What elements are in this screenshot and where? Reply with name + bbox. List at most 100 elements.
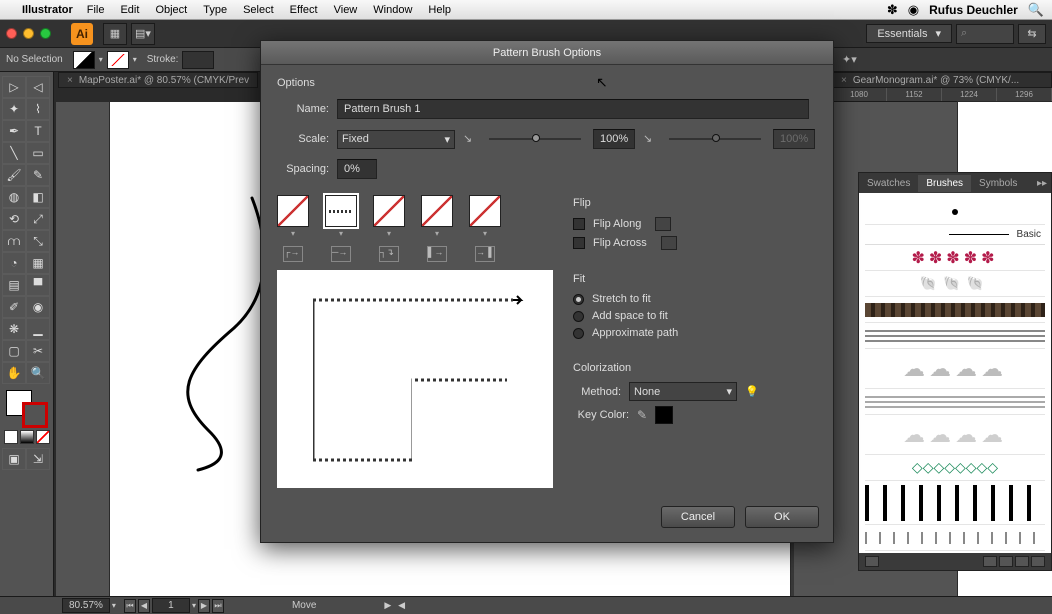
scale-slider[interactable] [489, 138, 581, 140]
shape-builder-tool[interactable]: ◔ [2, 252, 26, 274]
chevron-down-icon[interactable]: ▾ [291, 229, 295, 238]
chevron-down-icon[interactable]: ▾ [483, 229, 487, 238]
brush-item[interactable]: ✽✽✽✽✽ [865, 245, 1045, 271]
brush-item-basic[interactable]: Basic [865, 225, 1045, 245]
start-tile[interactable] [421, 195, 453, 227]
panel-toggle-icon[interactable]: ⇆ [1018, 24, 1046, 44]
scale-mode-select[interactable]: Fixed▾ [337, 130, 455, 149]
mesh-tool[interactable]: ▤ [2, 274, 26, 296]
chevron-down-icon[interactable]: ▾ [339, 229, 343, 238]
flip-along-checkbox[interactable] [573, 218, 585, 230]
menu-edit[interactable]: Edit [120, 4, 139, 16]
next-artboard-button[interactable]: ▶ [198, 599, 210, 613]
pen-tool[interactable]: ✒ [2, 120, 26, 142]
brush-item[interactable] [865, 525, 1045, 551]
first-artboard-button[interactable]: ⏮ [124, 599, 136, 613]
workspace-switcher[interactable]: Essentials ▾ [866, 24, 952, 43]
blend-tool[interactable]: ◉ [26, 296, 50, 318]
color-mode-gradient[interactable] [20, 430, 34, 444]
link-right-icon[interactable]: ↘ [643, 132, 657, 146]
method-select[interactable]: None▾ [629, 382, 737, 401]
artboard-tool[interactable]: ▢ [2, 340, 26, 362]
tab-brushes[interactable]: Brushes [918, 175, 971, 192]
zoom-field[interactable]: 80.57% [62, 598, 110, 613]
chevron-down-icon[interactable]: ▾ [435, 229, 439, 238]
name-input[interactable]: Pattern Brush 1 [337, 99, 809, 119]
color-mode-solid[interactable] [4, 430, 18, 444]
rotate-tool[interactable]: ⟲ [2, 208, 26, 230]
line-tool[interactable]: ╲ [2, 142, 26, 164]
color-mode-none[interactable] [36, 430, 50, 444]
magic-wand-tool[interactable]: ✦ [2, 98, 26, 120]
free-transform-tool[interactable]: ⤡ [26, 230, 50, 252]
tab-swatches[interactable]: Swatches [859, 175, 918, 192]
zoom-window-button[interactable] [40, 28, 51, 39]
eraser-tool[interactable]: ◧ [26, 186, 50, 208]
prev-artboard-button[interactable]: ◀ [138, 599, 150, 613]
cloud-icon[interactable]: ◉ [908, 2, 919, 18]
graph-tool[interactable]: ▁ [26, 318, 50, 340]
scale-value[interactable]: 100% [593, 129, 635, 149]
chevron-down-icon[interactable]: ▾ [133, 55, 137, 64]
spacing-input[interactable]: 0% [337, 159, 377, 179]
menu-file[interactable]: File [87, 4, 105, 16]
menu-effect[interactable]: Effect [290, 4, 318, 16]
scroll-left-icon[interactable]: ◀ [398, 600, 405, 611]
flip-across-checkbox[interactable] [573, 237, 585, 249]
bridge-icon[interactable]: ▦ [103, 23, 127, 45]
fill-stroke-control[interactable] [4, 390, 50, 428]
selection-tool[interactable]: ▷ [2, 76, 26, 98]
zoom-tool[interactable]: 🔍 [26, 362, 50, 384]
arrange-docs-icon[interactable]: ▤▾ [131, 23, 155, 45]
lasso-tool[interactable]: ⌇ [26, 98, 50, 120]
symbol-sprayer-tool[interactable]: ❋ [2, 318, 26, 340]
brush-options-icon[interactable] [999, 556, 1013, 567]
spotlight-icon[interactable]: 🔍 [1028, 2, 1044, 18]
screen-mode-normal[interactable]: ▣ [2, 448, 26, 470]
panel-menu-icon[interactable]: ✦▾ [842, 53, 857, 66]
end-tile[interactable] [469, 195, 501, 227]
tips-icon[interactable]: 💡 [745, 385, 759, 398]
new-brush-icon[interactable] [1015, 556, 1029, 567]
last-artboard-button[interactable]: ⏭ [212, 599, 224, 613]
scroll-right-icon[interactable]: ▶ [384, 600, 391, 611]
brush-item[interactable] [865, 199, 1045, 225]
brush-item[interactable] [865, 389, 1045, 415]
search-input[interactable]: ⌕ [956, 24, 1014, 44]
rectangle-tool[interactable]: ▭ [26, 142, 50, 164]
link-left-icon[interactable]: ↘ [463, 132, 477, 146]
fit-approx-radio[interactable] [573, 328, 584, 339]
inner-corner-tile[interactable] [373, 195, 405, 227]
menu-view[interactable]: View [334, 4, 358, 16]
user-name[interactable]: Rufus Deuchler [929, 3, 1018, 17]
brush-item[interactable] [865, 297, 1045, 323]
ok-button[interactable]: OK [745, 506, 819, 528]
blob-brush-tool[interactable]: ◍ [2, 186, 26, 208]
gradient-tool[interactable]: ▀ [26, 274, 50, 296]
brush-item[interactable] [865, 481, 1045, 525]
stroke-color-swatch[interactable] [22, 402, 48, 428]
outer-corner-tile[interactable] [277, 195, 309, 227]
menu-select[interactable]: Select [243, 4, 274, 16]
minimize-window-button[interactable] [23, 28, 34, 39]
brush-library-icon[interactable] [865, 556, 879, 567]
slice-tool[interactable]: ✂ [26, 340, 50, 362]
close-window-button[interactable] [6, 28, 17, 39]
screen-mode-toggle[interactable]: ⇲ [26, 448, 50, 470]
brushes-list[interactable]: Basic ✽✽✽✽✽ 🐚🐚🐚 ☁☁☁☁ ☁☁☁☁ ◇◇◇◇◇◇◇◇ [859, 193, 1051, 553]
remove-stroke-icon[interactable] [983, 556, 997, 567]
menu-window[interactable]: Window [373, 4, 412, 16]
width-tool[interactable]: ⩋ [2, 230, 26, 252]
app-name[interactable]: Illustrator [22, 4, 73, 16]
direct-selection-tool[interactable]: ◁ [26, 76, 50, 98]
fit-stretch-radio[interactable] [573, 294, 584, 305]
paintbrush-tool[interactable]: 🖌 [2, 164, 26, 186]
menu-type[interactable]: Type [203, 4, 227, 16]
panel-collapse-icon[interactable]: ▸▸ [1037, 178, 1047, 189]
brush-item[interactable]: 🐚🐚🐚 [865, 271, 1045, 297]
pencil-tool[interactable]: ✎ [26, 164, 50, 186]
fill-swatch[interactable] [73, 51, 95, 69]
menu-help[interactable]: Help [428, 4, 451, 16]
eyedropper-icon[interactable]: ✎ [637, 408, 647, 422]
chevron-down-icon[interactable]: ▾ [99, 55, 103, 64]
